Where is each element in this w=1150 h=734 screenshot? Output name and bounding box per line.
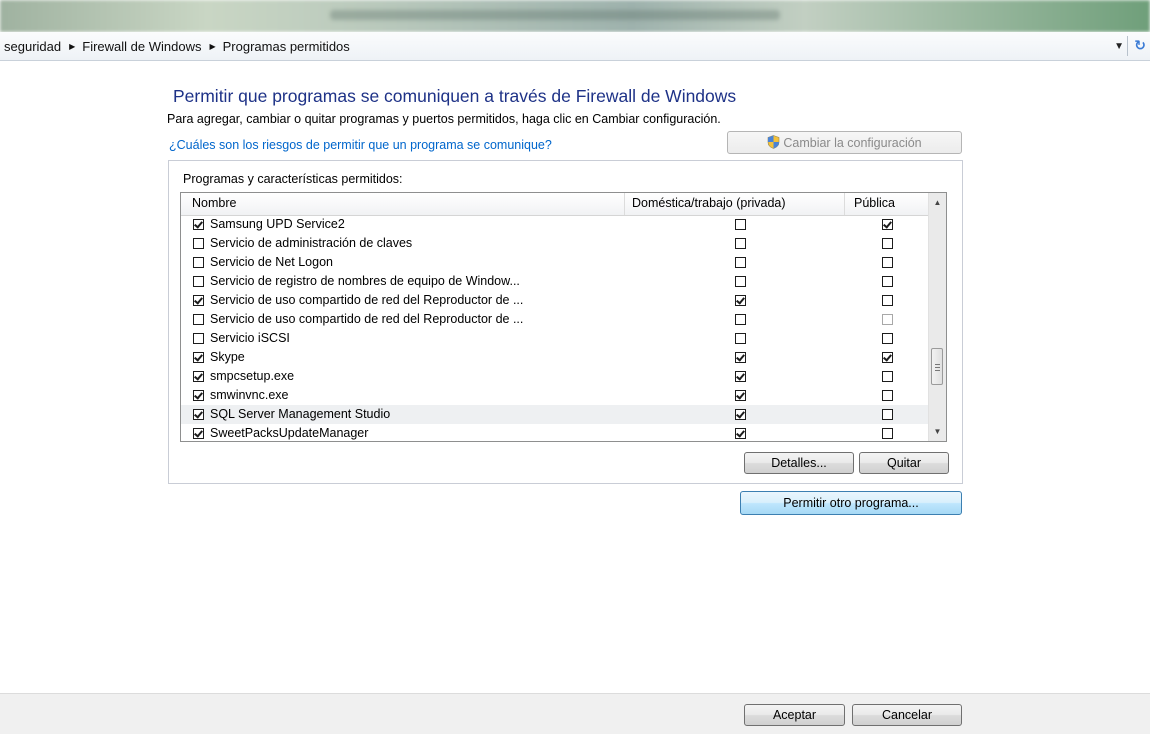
- program-name: Servicio de uso compartido de red del Re…: [210, 312, 524, 326]
- table-row[interactable]: Samsung UPD Service2: [181, 215, 928, 234]
- program-name: smpcsetup.exe: [210, 369, 295, 383]
- list-header: Nombre Doméstica/trabajo (privada) Públi…: [181, 193, 928, 216]
- program-name: Servicio de administración de claves: [210, 236, 413, 250]
- public-network-checkbox[interactable]: [882, 276, 893, 287]
- program-enabled-checkbox[interactable]: [193, 257, 204, 268]
- scroll-down-icon[interactable]: ▼: [929, 423, 946, 440]
- public-network-checkbox[interactable]: [882, 409, 893, 420]
- breadcrumb-item-programas[interactable]: Programas permitidos: [223, 39, 350, 54]
- table-row[interactable]: smpcsetup.exe: [181, 367, 928, 386]
- table-row[interactable]: Servicio de Net Logon: [181, 253, 928, 272]
- column-divider[interactable]: [624, 193, 625, 215]
- table-row[interactable]: Servicio de uso compartido de red del Re…: [181, 291, 928, 310]
- details-button[interactable]: Detalles...: [744, 452, 854, 474]
- window-title: [330, 10, 780, 20]
- public-network-checkbox[interactable]: [882, 428, 893, 439]
- home-network-checkbox[interactable]: [735, 276, 746, 287]
- program-name: Servicio iSCSI: [210, 331, 290, 345]
- breadcrumb-separator-icon[interactable]: ▶: [209, 42, 215, 51]
- risks-help-link[interactable]: ¿Cuáles son los riesgos de permitir que …: [169, 138, 552, 152]
- scroll-up-icon[interactable]: ▲: [929, 194, 946, 211]
- program-name: smwinvnc.exe: [210, 388, 289, 402]
- home-network-checkbox[interactable]: [735, 371, 746, 382]
- program-enabled-checkbox[interactable]: [193, 428, 204, 439]
- address-divider: [1127, 36, 1128, 56]
- program-name: Samsung UPD Service2: [210, 217, 345, 231]
- public-network-checkbox[interactable]: [882, 295, 893, 306]
- table-row[interactable]: Servicio iSCSI: [181, 329, 928, 348]
- ok-button[interactable]: Aceptar: [744, 704, 845, 726]
- program-name: Servicio de uso compartido de red del Re…: [210, 293, 524, 307]
- program-name: SQL Server Management Studio: [210, 407, 391, 421]
- program-enabled-checkbox[interactable]: [193, 390, 204, 401]
- vertical-scrollbar[interactable]: ▲ ▼: [928, 193, 946, 441]
- column-divider[interactable]: [844, 193, 845, 215]
- table-row[interactable]: SweetPacksUpdateManager: [181, 424, 928, 441]
- column-header-public[interactable]: Pública: [854, 196, 895, 210]
- change-settings-label: Cambiar la configuración: [783, 136, 922, 150]
- breadcrumb-separator-icon[interactable]: ▶: [69, 42, 75, 51]
- public-network-checkbox[interactable]: [882, 219, 893, 230]
- home-network-checkbox[interactable]: [735, 257, 746, 268]
- home-network-checkbox[interactable]: [735, 219, 746, 230]
- chevron-down-icon[interactable]: ▼: [1114, 41, 1124, 52]
- refresh-icon[interactable]: ↻: [1134, 37, 1146, 54]
- breadcrumb-item-seguridad[interactable]: seguridad: [4, 39, 61, 54]
- remove-button[interactable]: Quitar: [859, 452, 949, 474]
- home-network-checkbox[interactable]: [735, 314, 746, 325]
- dialog-footer: [0, 693, 1150, 734]
- program-enabled-checkbox[interactable]: [193, 352, 204, 363]
- program-enabled-checkbox[interactable]: [193, 333, 204, 344]
- table-row[interactable]: Servicio de registro de nombres de equip…: [181, 272, 928, 291]
- table-row[interactable]: SQL Server Management Studio: [181, 405, 928, 424]
- program-enabled-checkbox[interactable]: [193, 409, 204, 420]
- breadcrumb: seguridad ▶ Firewall de Windows ▶ Programas …: [4, 39, 350, 54]
- scrollbar-thumb[interactable]: [931, 348, 943, 385]
- program-enabled-checkbox[interactable]: [193, 314, 204, 325]
- program-enabled-checkbox[interactable]: [193, 219, 204, 230]
- home-network-checkbox[interactable]: [735, 333, 746, 344]
- breadcrumb-item-firewall[interactable]: Firewall de Windows: [82, 39, 201, 54]
- table-row[interactable]: Servicio de uso compartido de red del Re…: [181, 310, 928, 329]
- home-network-checkbox[interactable]: [735, 428, 746, 439]
- public-network-checkbox[interactable]: [882, 390, 893, 401]
- page-description: Para agregar, cambiar o quitar programas…: [167, 112, 721, 126]
- cancel-button[interactable]: Cancelar: [852, 704, 962, 726]
- address-bar[interactable]: seguridad ▶ Firewall de Windows ▶ Programas …: [0, 32, 1150, 61]
- program-enabled-checkbox[interactable]: [193, 276, 204, 287]
- uac-shield-icon: [768, 135, 780, 149]
- page-title: Permitir que programas se comuniquen a t…: [173, 86, 737, 106]
- program-name: Servicio de registro de nombres de equip…: [210, 274, 520, 288]
- program-enabled-checkbox[interactable]: [193, 295, 204, 306]
- home-network-checkbox[interactable]: [735, 409, 746, 420]
- public-network-checkbox[interactable]: [882, 257, 893, 268]
- program-name: SweetPacksUpdateManager: [210, 426, 369, 440]
- public-network-checkbox[interactable]: [882, 371, 893, 382]
- column-header-home[interactable]: Doméstica/trabajo (privada): [632, 196, 786, 210]
- public-network-checkbox[interactable]: [882, 333, 893, 344]
- home-network-checkbox[interactable]: [735, 295, 746, 306]
- program-name: Skype: [210, 350, 245, 364]
- table-row[interactable]: Servicio de administración de claves: [181, 234, 928, 253]
- allowed-programs-list[interactable]: Nombre Doméstica/trabajo (privada) Públi…: [180, 192, 947, 442]
- allow-another-program-button[interactable]: Permitir otro programa...: [740, 491, 962, 515]
- change-settings-button[interactable]: Cambiar la configuración: [727, 131, 962, 154]
- program-rows: Samsung UPD Service2 Servicio de administ…: [181, 215, 928, 441]
- home-network-checkbox[interactable]: [735, 390, 746, 401]
- column-header-name[interactable]: Nombre: [192, 196, 236, 210]
- table-row[interactable]: smwinvnc.exe: [181, 386, 928, 405]
- home-network-checkbox[interactable]: [735, 352, 746, 363]
- table-row[interactable]: Skype: [181, 348, 928, 367]
- allowed-programs-label: Programas y características permitidos:: [183, 172, 403, 186]
- public-network-checkbox[interactable]: [882, 314, 893, 325]
- public-network-checkbox[interactable]: [882, 352, 893, 363]
- home-network-checkbox[interactable]: [735, 238, 746, 249]
- program-name: Servicio de Net Logon: [210, 255, 333, 269]
- public-network-checkbox[interactable]: [882, 238, 893, 249]
- program-enabled-checkbox[interactable]: [193, 238, 204, 249]
- program-enabled-checkbox[interactable]: [193, 371, 204, 382]
